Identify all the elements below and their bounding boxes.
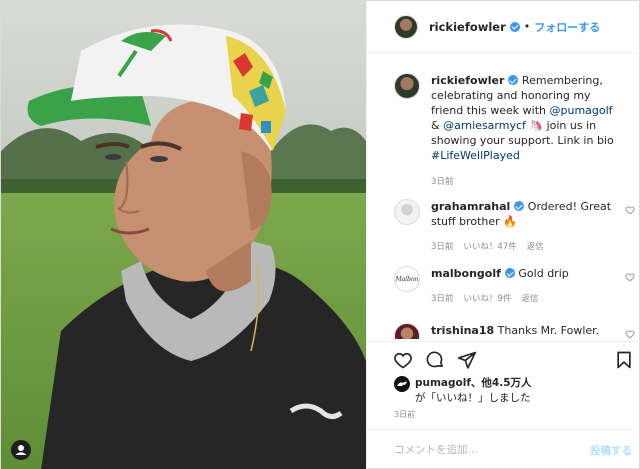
comment-body: grahamrahal Ordered! Great stuff brother…	[431, 199, 621, 255]
list-item: grahamrahal Ordered! Great stuff brother…	[394, 199, 635, 255]
mention-pumagolf[interactable]: @pumagolf	[549, 104, 612, 117]
caption-username[interactable]: rickiefowler	[431, 74, 504, 87]
heart-icon[interactable]	[625, 272, 635, 282]
post-window: rickiefowler • フォローする rickiefowler Remem…	[0, 0, 640, 469]
comment-date[interactable]: 3日前	[431, 294, 453, 304]
verified-badge	[509, 21, 520, 32]
reply-button[interactable]: 返信	[527, 242, 544, 252]
comment-username[interactable]: grahamrahal	[431, 200, 510, 213]
comment-meta: 3日前 いいね！9件 返信	[431, 292, 621, 307]
heart-icon[interactable]	[393, 350, 413, 370]
likes-summary: pumagolf、他4.5万人 が「いいね！」しました	[394, 376, 532, 406]
comment-body: malbongolf Gold drip 3日前 いいね！9件 返信	[431, 266, 621, 307]
user-tag-icon[interactable]	[11, 440, 31, 460]
heart-icon[interactable]	[625, 205, 635, 215]
comment-date[interactable]: 3日前	[431, 242, 453, 252]
post-panel: rickiefowler • フォローする rickiefowler Remem…	[366, 1, 640, 469]
verified-badge	[508, 75, 519, 85]
reply-button[interactable]: 返信	[521, 294, 538, 304]
liker-username[interactable]: pumagolf	[415, 377, 471, 389]
comment-text: Thanks Mr. Fowler.	[494, 324, 600, 337]
liker-avatar[interactable]	[394, 376, 410, 392]
share-icon[interactable]	[457, 350, 477, 370]
caption-text-2: &	[431, 119, 444, 132]
caption-meta: 3日前	[431, 175, 621, 190]
comment-avatar[interactable]	[394, 199, 420, 225]
caption: rickiefowler Remembering, celebrating an…	[394, 73, 634, 190]
post-comment-button[interactable]: 投稿する	[590, 443, 632, 458]
caption-date[interactable]: 3日前	[431, 177, 453, 187]
caption-body: rickiefowler Remembering, celebrating an…	[431, 73, 621, 190]
comment-icon[interactable]	[425, 350, 445, 370]
bookmark-icon[interactable]	[614, 350, 634, 370]
post-date[interactable]: 3日前	[394, 409, 415, 420]
author-username[interactable]: rickiefowler	[429, 20, 506, 34]
likes-suffix: が「いいね！」しました	[415, 392, 531, 404]
list-item: Malbon malbongolf Gold drip 3日前 いいね！9件 返信	[394, 266, 635, 307]
comment-avatar[interactable]	[394, 323, 420, 339]
comment-username[interactable]: malbongolf	[431, 267, 501, 280]
heart-icon[interactable]	[625, 329, 635, 339]
comment-avatar[interactable]: Malbon	[394, 266, 420, 292]
header-separator: •	[523, 20, 531, 33]
author-avatar[interactable]	[394, 14, 418, 39]
verified-badge	[514, 201, 525, 211]
post-photo[interactable]	[1, 1, 366, 469]
hashtag-link[interactable]: #LifeWellPlayed	[431, 149, 520, 162]
mention-arniesarmycf[interactable]: @arniesarmycf	[443, 119, 526, 132]
verified-badge	[504, 268, 515, 278]
comment-meta: 3日前 いいね！47件 返信	[431, 240, 621, 255]
action-bar	[367, 341, 640, 377]
comment-likes[interactable]: いいね！47件	[463, 242, 516, 252]
follow-button[interactable]: フォローする	[534, 19, 600, 35]
comments-list[interactable]: rickiefowler Remembering, celebrating an…	[367, 54, 640, 339]
post-header: rickiefowler • フォローする	[367, 1, 640, 53]
list-item: trishina18 Thanks Mr. Fowler.	[394, 323, 635, 339]
comment-likes[interactable]: いいね！9件	[463, 294, 511, 304]
photo-illustration	[1, 1, 366, 469]
comment-body: trishina18 Thanks Mr. Fowler.	[431, 323, 621, 339]
likes-others[interactable]: 、他4.5万人	[471, 377, 532, 389]
comment-input[interactable]	[394, 444, 590, 456]
likes-text: pumagolf、他4.5万人 が「いいね！」しました	[415, 376, 532, 406]
comment-username[interactable]: trishina18	[431, 324, 494, 337]
comment-text: Gold drip	[514, 267, 569, 280]
caption-avatar[interactable]	[394, 73, 420, 99]
add-comment-bar: 投稿する	[367, 429, 640, 469]
